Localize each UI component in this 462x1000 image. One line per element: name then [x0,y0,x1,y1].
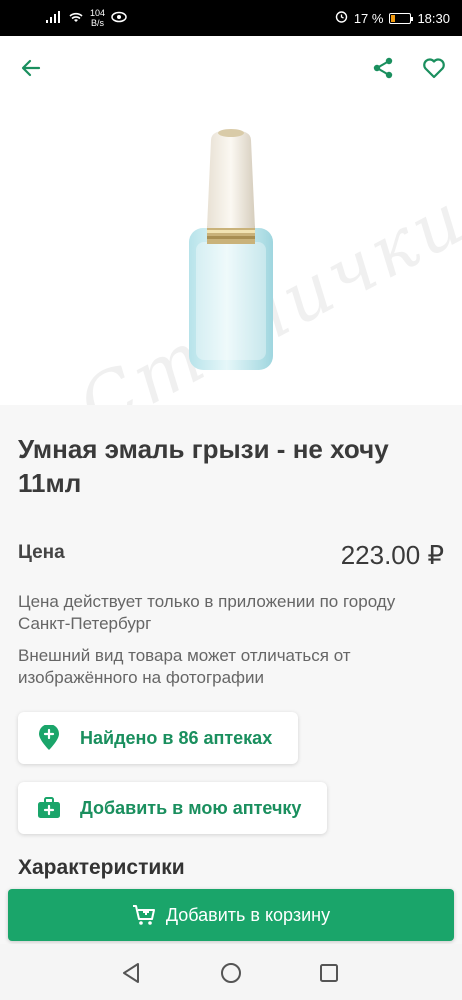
favorite-button[interactable] [420,54,448,82]
status-bar: 104 B/s 17 % 18:30 [0,0,462,36]
system-nav-bar [0,944,462,1000]
heart-icon [423,58,445,79]
nav-recents-button[interactable] [316,960,342,986]
clock: 18:30 [417,10,450,26]
product-image[interactable]: Столички [0,100,462,405]
appearance-note: Внешний вид товара может отличаться от и… [18,646,351,687]
triangle-back-icon [123,963,139,983]
network-speed-unit: B/s [91,18,105,28]
first-aid-kit-icon [36,795,62,821]
network-speed: 104 B/s [90,8,105,28]
found-in-pharmacies-button[interactable]: Найдено в 86 аптеках [18,712,298,764]
product-title: Умная эмаль грызи - не хочу 11мл [18,434,389,498]
price-label: Цена [18,542,65,563]
cart-plus-icon [132,905,155,925]
price-value: 223.00 ₽ [340,540,444,570]
square-recents-icon [320,964,338,982]
found-in-pharmacies-label: Найдено в 86 аптеках [80,727,273,748]
network-speed-value: 104 [90,8,106,18]
alarm-icon [335,10,348,26]
characteristics-title: Характеристики [18,856,185,879]
add-to-cart-label: Добавить в корзину [165,904,331,925]
add-to-my-pharmacy-button[interactable]: Добавить в мою аптечку [18,782,327,834]
app-bar [0,36,462,100]
arrow-left-icon [21,59,41,77]
wifi-icon [68,11,84,26]
back-button[interactable] [17,54,45,82]
circle-home-icon [221,963,241,983]
add-to-cart-button[interactable]: Добавить в корзину [8,889,454,941]
map-pin-plus-icon [36,725,62,751]
battery-icon [389,12,414,24]
share-button[interactable] [369,54,397,82]
nav-back-button[interactable] [118,960,144,986]
app-price-note: Цена действует только в приложении по го… [18,592,396,633]
add-to-my-pharmacy-label: Добавить в мою аптечку [80,797,302,818]
eye-icon [111,11,127,26]
signal-icon [46,10,62,26]
nail-polish-bottle-image [189,129,273,370]
share-icon [373,57,393,79]
battery-percent: 17 % [353,10,384,26]
nav-home-button[interactable] [218,960,244,986]
